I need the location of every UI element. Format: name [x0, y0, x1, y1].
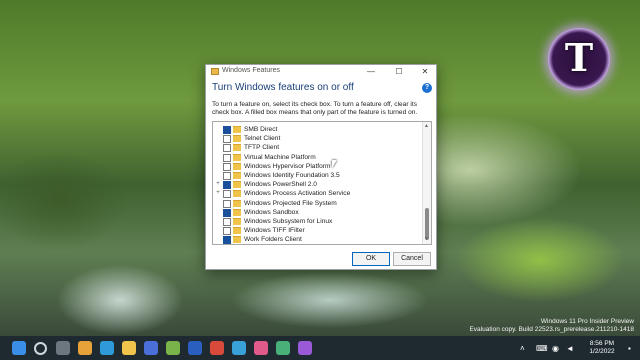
- ok-button[interactable]: OK: [352, 252, 390, 266]
- feature-row[interactable]: Work Folders Client: [213, 235, 423, 244]
- feature-label: Virtual Machine Platform: [244, 153, 316, 161]
- expand-icon[interactable]: +: [215, 190, 221, 196]
- feature-label: TFTP Client: [244, 144, 280, 152]
- folder-icon: [233, 208, 241, 216]
- clock-time[interactable]: 8:56 PM: [582, 340, 622, 348]
- app-icon[interactable]: [166, 341, 180, 355]
- feature-row[interactable]: Windows Sandbox: [213, 208, 423, 217]
- feature-row[interactable]: Windows Subsystem for Linux: [213, 217, 423, 226]
- feature-row[interactable]: Virtual Machine Platform: [213, 153, 423, 162]
- logo-letter: T: [564, 35, 594, 80]
- feature-row[interactable]: Windows Projected File System: [213, 199, 423, 208]
- feature-label: Telnet Client: [244, 135, 281, 143]
- mouse-cursor-icon: [332, 160, 337, 168]
- feature-label: Work Folders Client: [244, 236, 302, 244]
- folder-icon: [211, 68, 219, 75]
- feature-checkbox[interactable]: [223, 227, 231, 236]
- explorer-icon[interactable]: [122, 341, 136, 355]
- feature-checkbox[interactable]: [223, 199, 231, 208]
- watermark-line-2: Evaluation copy. Build 22523.rs_prerelea…: [469, 326, 634, 333]
- feature-row[interactable]: TFTP Client: [213, 143, 423, 153]
- folder-icon: [233, 135, 241, 143]
- notification-icon[interactable]: ▪: [628, 344, 631, 353]
- feature-checkbox[interactable]: [223, 172, 231, 180]
- feature-checkbox[interactable]: [223, 236, 231, 244]
- folder-icon: [233, 153, 241, 161]
- feature-checkbox[interactable]: [223, 190, 231, 199]
- feature-checkbox[interactable]: [223, 162, 231, 171]
- folder-icon: [233, 227, 241, 235]
- keyboard-icon[interactable]: ⌨: [536, 344, 548, 353]
- app-icon[interactable]: [298, 341, 312, 355]
- expand-icon[interactable]: +: [215, 181, 221, 187]
- chrome-icon[interactable]: [78, 341, 92, 355]
- feature-label: Windows TIFF IFilter: [244, 227, 305, 235]
- feature-row[interactable]: Telnet Client: [213, 134, 423, 144]
- folder-icon: [233, 126, 241, 133]
- folder-icon: [233, 199, 241, 207]
- feature-checkbox[interactable]: [223, 208, 231, 217]
- feature-label: Windows Sandbox: [244, 208, 299, 216]
- dialog-heading: Turn Windows features on or off: [212, 82, 354, 93]
- folder-icon: [233, 172, 241, 179]
- app-icon[interactable]: [254, 341, 268, 355]
- feature-row[interactable]: + Windows PowerShell 2.0: [213, 180, 423, 190]
- feature-label: Windows Identity Foundation 3.5: [244, 172, 340, 179]
- feature-checkbox[interactable]: [223, 218, 231, 226]
- app-icon[interactable]: [276, 341, 290, 355]
- close-button[interactable]: ✕: [416, 66, 434, 77]
- feature-label: Windows PowerShell 2.0: [244, 181, 317, 189]
- cancel-button[interactable]: Cancel: [393, 252, 431, 266]
- feature-label: Windows Process Activation Service: [244, 190, 351, 198]
- task-view-icon[interactable]: [56, 341, 70, 355]
- volume-icon[interactable]: ◄: [566, 344, 574, 353]
- scroll-down-icon[interactable]: ▼: [424, 236, 429, 242]
- clock-date[interactable]: 1/2/2022: [582, 348, 622, 356]
- feature-checkbox[interactable]: [223, 135, 231, 144]
- scroll-up-icon[interactable]: ▲: [424, 123, 429, 129]
- feature-row[interactable]: Windows Identity Foundation 3.5: [213, 171, 423, 180]
- feature-checkbox[interactable]: [223, 144, 231, 153]
- folder-icon: [233, 162, 241, 170]
- feature-checkbox[interactable]: [223, 153, 231, 162]
- word-icon[interactable]: [188, 341, 202, 355]
- feature-row[interactable]: Windows TIFF IFilter: [213, 226, 423, 236]
- maximize-button[interactable]: ☐: [390, 66, 408, 77]
- edge-icon[interactable]: [100, 341, 114, 355]
- taskbar: ˄ ⌨ ◉ ◄ 8:56 PM 1/2/2022 ▪: [0, 336, 640, 360]
- os-watermark: Windows 11 Pro Insider Preview Evaluatio…: [469, 318, 634, 334]
- window-title: Windows Features: [222, 67, 280, 74]
- start-icon[interactable]: [12, 341, 26, 355]
- feature-row[interactable]: SMB Direct: [213, 125, 423, 134]
- feature-label: Windows Projected File System: [244, 199, 337, 207]
- feature-label: Windows Subsystem for Linux: [244, 218, 333, 225]
- feature-label: Windows Hypervisor Platform: [244, 162, 331, 170]
- folder-icon: [233, 218, 241, 225]
- help-icon[interactable]: ?: [422, 83, 432, 93]
- title-bar[interactable]: Windows Features — ☐ ✕: [206, 65, 436, 79]
- channel-logo: T: [548, 28, 610, 90]
- feature-row[interactable]: Windows Hypervisor Platform: [213, 162, 423, 171]
- folder-icon: [233, 190, 241, 198]
- chevron-up-icon[interactable]: ˄: [520, 344, 525, 353]
- watermark-line-1: Windows 11 Pro Insider Preview: [540, 318, 634, 325]
- windows-features-dialog: Windows Features — ☐ ✕ Turn Windows feat…: [205, 64, 437, 270]
- folder-icon: [233, 181, 241, 189]
- feature-checkbox[interactable]: [223, 126, 231, 134]
- store-icon[interactable]: [144, 341, 158, 355]
- dialog-description: To turn a feature on, select its check b…: [212, 101, 418, 116]
- vertical-scrollbar[interactable]: ▲ ▼: [422, 122, 431, 244]
- folder-icon: [233, 236, 241, 244]
- folder-icon: [233, 144, 241, 152]
- feature-label: SMB Direct: [244, 126, 278, 133]
- feature-checkbox[interactable]: [223, 181, 231, 190]
- minimize-button[interactable]: —: [362, 66, 380, 77]
- app-icon[interactable]: [210, 341, 224, 355]
- feature-row[interactable]: + Windows Process Activation Service: [213, 189, 423, 199]
- search-icon[interactable]: [34, 342, 47, 355]
- app-icon[interactable]: [232, 341, 246, 355]
- network-icon[interactable]: ◉: [552, 344, 559, 353]
- feature-tree[interactable]: ▲ ▼ SMB Direct Telnet Client TFTP Client Vi…: [212, 121, 432, 245]
